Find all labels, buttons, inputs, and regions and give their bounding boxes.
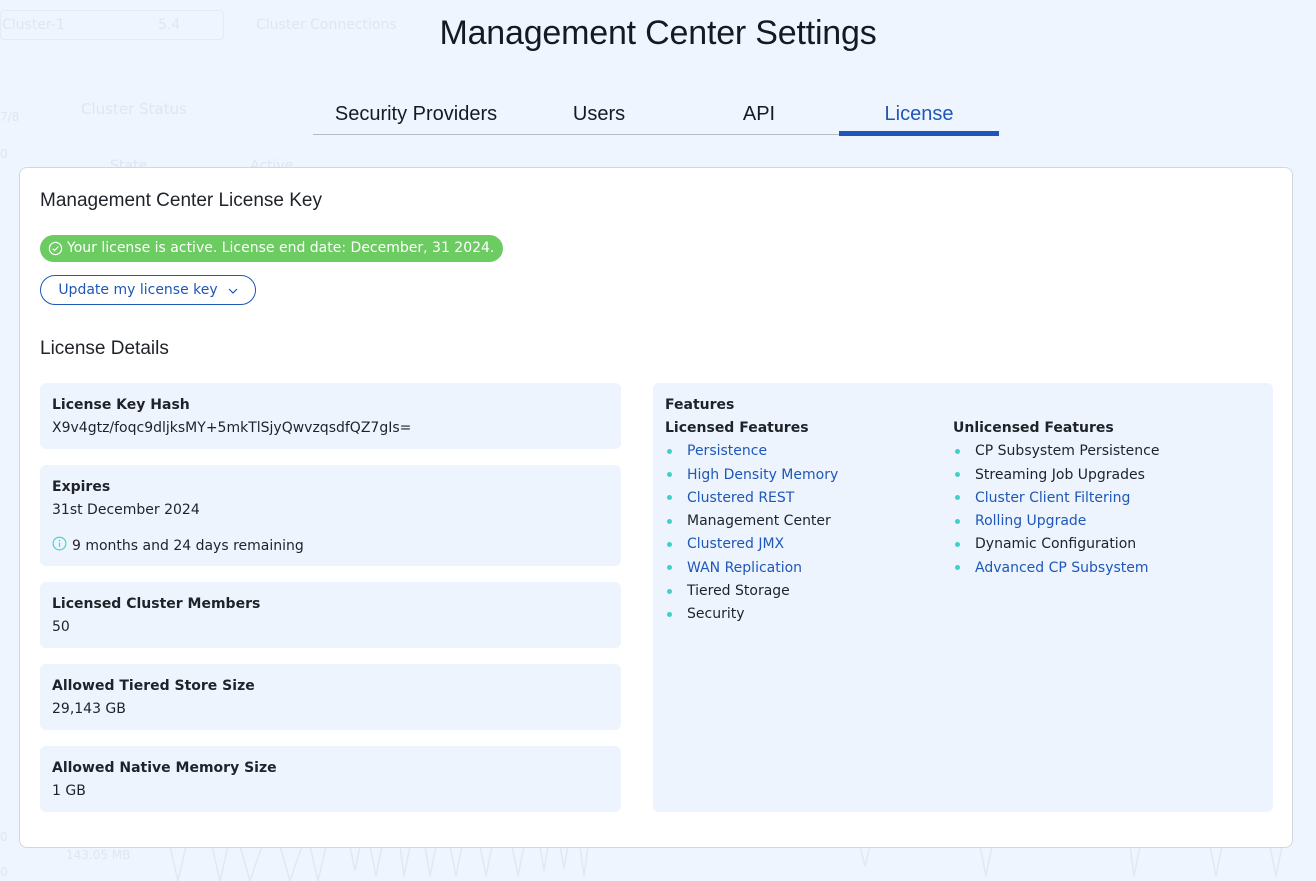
feature-item[interactable]: Advanced CP Subsystem bbox=[953, 559, 1241, 577]
bullet-icon bbox=[955, 472, 960, 478]
tiered-store-size-box: Allowed Tiered Store Size 29,143 GB bbox=[40, 664, 621, 730]
feature-item: Tiered Storage bbox=[665, 582, 953, 600]
feature-link[interactable]: Cluster Client Filtering bbox=[975, 489, 1130, 507]
license-status-text: Your license is active. License end date… bbox=[67, 240, 495, 256]
side-number: 0 bbox=[0, 147, 8, 161]
feature-item[interactable]: Clustered REST bbox=[665, 489, 953, 507]
feature-item: Management Center bbox=[665, 512, 953, 530]
side-number: 7/8 bbox=[0, 110, 20, 124]
check-circle-icon bbox=[48, 241, 63, 256]
bullet-icon bbox=[955, 541, 960, 547]
unlicensed-features: Unlicensed Features CP Subsystem Persist… bbox=[953, 419, 1241, 623]
chevron-down-icon bbox=[228, 282, 238, 298]
page-title: Management Center Settings bbox=[439, 14, 877, 52]
expires-box: Expires 31st December 2024 9 months and … bbox=[40, 465, 621, 566]
tab-license[interactable]: License bbox=[839, 96, 999, 136]
feature-item[interactable]: Persistence bbox=[665, 442, 953, 460]
cluster-status-label: Cluster Status bbox=[81, 100, 187, 118]
features-panel: Features Licensed Features Persistence Hi… bbox=[653, 383, 1273, 812]
bullet-icon bbox=[955, 448, 960, 454]
license-details-heading: License Details bbox=[40, 338, 169, 359]
feature-link[interactable]: Clustered REST bbox=[687, 489, 794, 507]
licensed-cluster-members-box: Licensed Cluster Members 50 bbox=[40, 582, 621, 648]
side-number: 0 bbox=[0, 865, 8, 879]
licensed-cluster-members-value: 50 bbox=[52, 619, 70, 635]
tiered-store-size-value: 29,143 GB bbox=[52, 701, 126, 717]
native-memory-size-box: Allowed Native Memory Size 1 GB bbox=[40, 746, 621, 812]
bullet-icon bbox=[667, 611, 672, 617]
tab-users[interactable]: Users bbox=[519, 96, 679, 134]
update-license-key-button[interactable]: Update my license key bbox=[40, 275, 256, 305]
features-title: Features bbox=[665, 397, 735, 413]
feature-item[interactable]: WAN Replication bbox=[665, 559, 953, 577]
bullet-icon bbox=[955, 495, 960, 501]
tiered-store-size-label: Allowed Tiered Store Size bbox=[52, 678, 255, 694]
info-icon bbox=[52, 536, 67, 556]
feature-label: Security bbox=[687, 606, 745, 623]
unlicensed-features-list: CP Subsystem Persistence Streaming Job Up… bbox=[953, 442, 1241, 576]
remaining-text: 9 months and 24 days remaining bbox=[72, 538, 304, 554]
bullet-icon bbox=[667, 518, 672, 524]
side-number: 0 bbox=[0, 830, 8, 844]
feature-link[interactable]: High Density Memory bbox=[687, 466, 838, 484]
feature-item[interactable]: Rolling Upgrade bbox=[953, 512, 1241, 530]
tab-api[interactable]: API bbox=[679, 96, 839, 134]
licensed-features-heading: Licensed Features bbox=[665, 420, 809, 436]
licensed-cluster-members-label: Licensed Cluster Members bbox=[52, 596, 261, 612]
bullet-icon bbox=[667, 495, 672, 501]
feature-link[interactable]: Persistence bbox=[687, 442, 767, 460]
license-key-heading: Management Center License Key bbox=[40, 190, 322, 211]
feature-label: Tiered Storage bbox=[687, 583, 790, 600]
licensed-features-list: Persistence High Density Memory Clustered … bbox=[665, 442, 953, 623]
feature-label: Management Center bbox=[687, 513, 831, 530]
native-memory-size-label: Allowed Native Memory Size bbox=[52, 760, 277, 776]
license-status-badge: Your license is active. License end date… bbox=[40, 235, 504, 262]
feature-item[interactable]: Clustered JMX bbox=[665, 535, 953, 553]
remaining-info: 9 months and 24 days remaining bbox=[52, 536, 609, 556]
feature-item[interactable]: High Density Memory bbox=[665, 466, 953, 484]
licensed-features: Licensed Features Persistence High Densit… bbox=[665, 419, 953, 623]
native-memory-size-value: 1 GB bbox=[52, 783, 86, 799]
bullet-icon bbox=[667, 472, 672, 478]
license-key-hash-box: License Key Hash X9v4gtz/foqc9dljksMY+5m… bbox=[40, 383, 621, 449]
settings-tabs: Security Providers Users API License bbox=[313, 96, 999, 136]
bullet-icon bbox=[667, 588, 672, 594]
feature-label: Streaming Job Upgrades bbox=[975, 466, 1145, 483]
bullet-icon bbox=[667, 565, 672, 571]
feature-link[interactable]: WAN Replication bbox=[687, 559, 802, 577]
feature-link[interactable]: Clustered JMX bbox=[687, 535, 784, 553]
bullet-icon bbox=[667, 541, 672, 547]
bullet-icon bbox=[955, 518, 960, 524]
feature-label: Dynamic Configuration bbox=[975, 536, 1137, 553]
feature-item[interactable]: Cluster Client Filtering bbox=[953, 489, 1241, 507]
feature-item: Security bbox=[665, 605, 953, 623]
feature-item: Streaming Job Upgrades bbox=[953, 466, 1241, 484]
feature-label: CP Subsystem Persistence bbox=[975, 443, 1160, 460]
update-license-key-label: Update my license key bbox=[58, 282, 218, 298]
unlicensed-features-heading: Unlicensed Features bbox=[953, 420, 1114, 436]
feature-link[interactable]: Advanced CP Subsystem bbox=[975, 559, 1149, 577]
tab-security-providers[interactable]: Security Providers bbox=[313, 96, 519, 134]
feature-item: CP Subsystem Persistence bbox=[953, 442, 1241, 460]
expires-value: 31st December 2024 bbox=[52, 502, 200, 518]
background-chart bbox=[169, 846, 1283, 881]
feature-item: Dynamic Configuration bbox=[953, 535, 1241, 553]
bullet-icon bbox=[667, 448, 672, 454]
bullet-icon bbox=[955, 565, 960, 571]
license-key-hash-label: License Key Hash bbox=[52, 397, 190, 413]
license-key-hash-value: X9v4gtz/foqc9dljksMY+5mkTlSjyQwvzqsdfQZ7… bbox=[52, 420, 412, 436]
expires-label: Expires bbox=[52, 479, 111, 495]
license-card: Management Center License Key Your licen… bbox=[19, 167, 1293, 848]
feature-link[interactable]: Rolling Upgrade bbox=[975, 512, 1086, 530]
